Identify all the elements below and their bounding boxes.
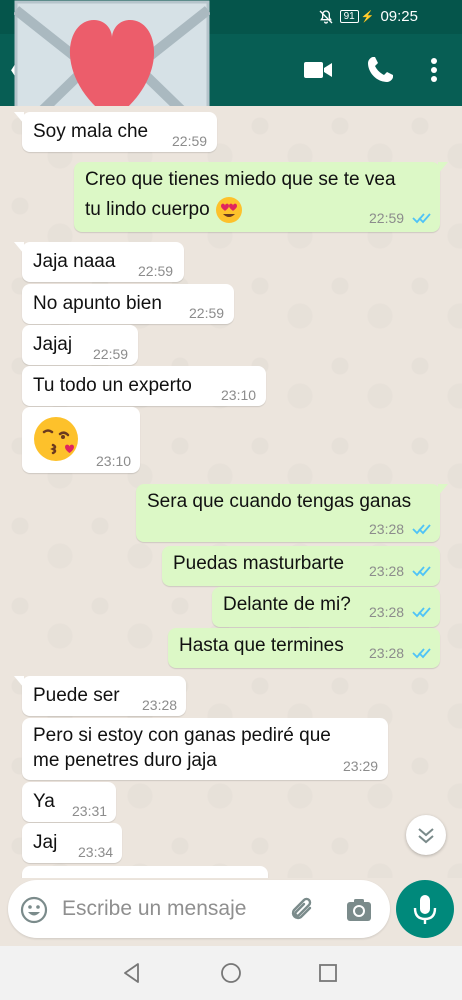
more-vert-icon[interactable]	[418, 54, 450, 86]
message-time: 22:59	[172, 133, 208, 149]
message-bubble[interactable]: Tu todo un experto 23:10	[22, 366, 266, 406]
message-text: Sera que cuando tengas ganas	[147, 491, 412, 512]
message-time: 23:28	[369, 604, 405, 620]
charging-icon: ⚡	[360, 11, 375, 23]
nav-back-icon[interactable]	[120, 961, 144, 985]
message-text: Ya	[33, 791, 55, 812]
chat-messages: Soy mala che 22:59 Creo que tienes miedo…	[0, 106, 462, 878]
message-bubble[interactable]: Jaja naaa 22:59	[14, 242, 184, 282]
message-text: Puede ser	[33, 685, 120, 706]
message-time: 23:28	[142, 697, 178, 713]
message-bubble[interactable]: No apunto bien 22:59	[22, 284, 234, 324]
read-receipt-icon	[412, 648, 431, 659]
nav-home-icon[interactable]	[219, 961, 243, 985]
message-text: Hasta que termines	[179, 635, 344, 656]
clock: 09:25	[380, 8, 418, 25]
message-text: Puedas masturbarte	[173, 553, 345, 574]
nav-recents-icon[interactable]	[316, 961, 340, 985]
message-time: 22:59	[93, 346, 129, 362]
message-text: Delante de mi?	[223, 594, 351, 615]
message-time: 23:31	[72, 803, 108, 819]
camera-icon[interactable]	[346, 897, 372, 923]
message-time: 23:10	[96, 453, 132, 469]
message-text: Tu todo un experto	[33, 375, 192, 396]
message-time: 23:34	[78, 844, 114, 860]
message-text: No apunto bien	[33, 293, 162, 314]
emoji-icon[interactable]	[20, 896, 48, 924]
status-indicators: 91 ⚡ 09:25	[318, 8, 418, 25]
kissing-heart-emoji	[34, 417, 78, 461]
message-input[interactable]	[62, 892, 282, 926]
message-text: Jaja naaa	[33, 251, 116, 272]
message-text: Jajaj	[33, 334, 73, 355]
message-text: Creo que tienes miedo que se te vea	[85, 169, 396, 190]
battery-indicator: 91	[339, 10, 359, 23]
message-bubble[interactable]: Puede ser 23:28	[14, 676, 186, 716]
chat-header: ❮	[0, 0, 462, 138]
double-chevron-down-icon	[418, 828, 434, 844]
message-time: 22:59	[369, 210, 405, 226]
message-bubble-partial[interactable]	[22, 866, 268, 878]
message-bubble[interactable]: Delante de mi? 23:28	[212, 587, 440, 627]
read-receipt-icon	[412, 213, 431, 224]
message-bubble[interactable]: Ya 23:31	[22, 782, 116, 822]
read-receipt-icon	[412, 566, 431, 577]
message-bubble[interactable]: Soy mala che 22:59	[14, 112, 217, 152]
message-time: 23:10	[221, 387, 257, 403]
mic-button[interactable]	[396, 880, 454, 938]
video-call-icon[interactable]	[302, 54, 334, 86]
phone-icon[interactable]	[364, 54, 396, 86]
mute-icon	[319, 9, 333, 24]
message-bubble[interactable]: Creo que tienes miedo que se te vea tu l…	[74, 162, 448, 232]
attach-icon[interactable]	[288, 896, 318, 924]
message-time: 22:59	[138, 263, 174, 279]
message-bubble[interactable]: Jaj 23:34	[22, 823, 122, 863]
read-receipt-icon	[412, 607, 431, 618]
message-bubble[interactable]: Jajaj 22:59	[22, 325, 138, 365]
message-time: 23:28	[369, 563, 405, 579]
message-text: Jaj	[33, 832, 58, 853]
mic-icon	[413, 895, 437, 924]
message-bubble[interactable]: Hasta que termines 23:28	[168, 628, 440, 668]
message-text: Soy mala che	[33, 121, 149, 142]
heart-eyes-emoji	[215, 197, 242, 223]
scroll-to-bottom-button[interactable]	[406, 815, 446, 855]
message-time: 22:59	[189, 305, 225, 321]
message-time: 23:29	[343, 758, 379, 774]
message-composer	[8, 880, 390, 938]
message-text: Pero si estoy con ganas pediré que	[33, 725, 331, 746]
read-receipt-icon	[412, 524, 431, 535]
message-bubble[interactable]: Puedas masturbarte 23:28	[162, 546, 440, 586]
message-text-line-2: tu lindo cuerpo	[85, 199, 210, 221]
system-navigation-bar	[0, 946, 462, 1000]
message-time: 23:28	[369, 645, 405, 661]
message-bubble[interactable]: Sera que cuando tengas ganas 23:28	[136, 484, 448, 542]
message-text-line-2: me penetres duro jaja	[33, 750, 217, 771]
message-bubble[interactable]: Pero si estoy con ganas pediré que me pe…	[22, 718, 388, 780]
message-time: 23:28	[369, 521, 405, 537]
message-bubble[interactable]: 23:10	[22, 407, 140, 473]
